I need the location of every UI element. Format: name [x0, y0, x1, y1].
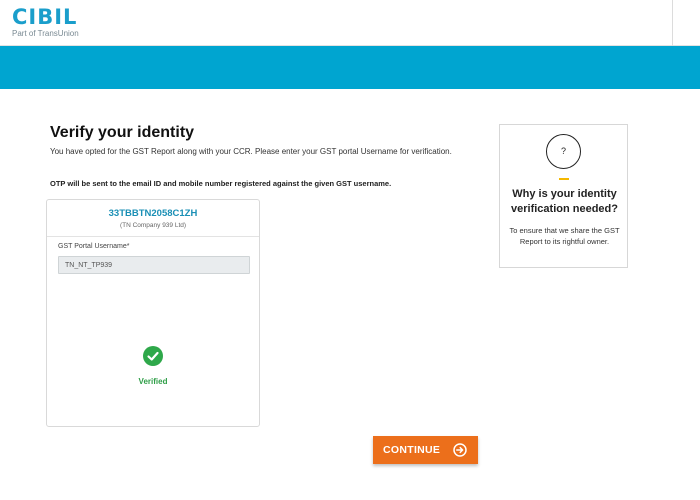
gst-card-header: 33TBBTN2058C1ZH (TN Company 939 Ltd) [47, 200, 259, 237]
info-text: To ensure that we share the GST Report t… [509, 226, 620, 246]
continue-label: CONTINUE [383, 444, 441, 456]
cibil-logo[interactable]: CIBIL Part of TransUnion [12, 6, 79, 39]
continue-button[interactable]: CONTINUE [373, 436, 478, 464]
gst-username-field[interactable] [58, 256, 250, 274]
arrow-right-circle-icon [453, 443, 467, 457]
gst-username-label: GST Portal Username* [58, 243, 130, 250]
brand-banner [0, 46, 700, 89]
header-divider [672, 0, 673, 46]
page-description: You have opted for the GST Report along … [50, 147, 452, 156]
gst-verification-card: 33TBBTN2058C1ZH (TN Company 939 Ltd) GST… [46, 199, 260, 427]
check-icon [143, 346, 163, 366]
verified-status: Verified [138, 377, 168, 386]
accent-divider [559, 178, 569, 180]
logo-text: CIBIL [12, 5, 78, 29]
question-icon: ? [546, 134, 581, 169]
company-name: (TN Company 939 Ltd) [119, 222, 187, 229]
gstin-number: 33TBBTN2058C1ZH [108, 208, 198, 219]
otp-note: OTP will be sent to the email ID and mob… [50, 179, 392, 188]
page-title: Verify your identity [50, 124, 195, 141]
top-header: CIBIL Part of TransUnion [0, 0, 700, 46]
info-card: ? Why is your identity verification need… [499, 124, 628, 268]
info-title: Why is your identity verification needed… [511, 188, 618, 215]
logo-subtext: Part of TransUnion [12, 29, 79, 38]
